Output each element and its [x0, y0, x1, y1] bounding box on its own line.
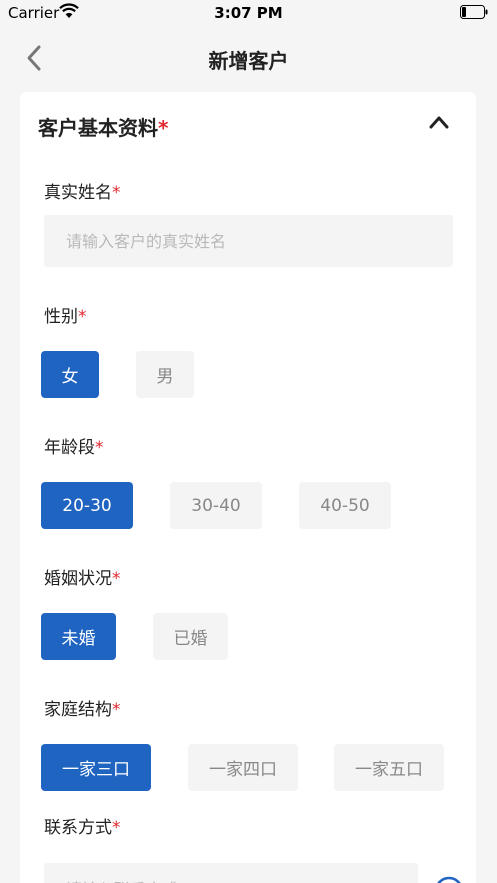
contact-label: 联系方式*: [44, 818, 121, 838]
family-option-four[interactable]: 一家四口: [188, 744, 298, 791]
collapse-button[interactable]: [428, 114, 450, 130]
status-bar: Carrier 3:07 PM: [0, 0, 497, 26]
gender-option-female[interactable]: 女: [41, 351, 99, 398]
add-circle-icon: [437, 876, 461, 883]
age-option-20-30[interactable]: 20-30: [41, 482, 133, 529]
gender-option-male[interactable]: 男: [136, 351, 194, 398]
age-option-30-40[interactable]: 30-40: [170, 482, 262, 529]
age-option-40-50[interactable]: 40-50: [299, 482, 391, 529]
customer-basic-info-card: 客户基本资料* 真实姓名* 性别* 女 男 年龄段* 20-30 30-40 4…: [20, 92, 476, 883]
section-title-text: 客户基本资料: [38, 116, 158, 140]
name-label: 真实姓名*: [44, 183, 121, 203]
page-title: 新增客户: [208, 49, 289, 73]
nav-bar: 新增客户: [0, 36, 497, 80]
family-option-five[interactable]: 一家五口: [334, 744, 444, 791]
status-time: 3:07 PM: [214, 4, 283, 22]
marital-label: 婚姻状况*: [44, 569, 121, 589]
name-input[interactable]: [44, 215, 453, 267]
family-label: 家庭结构*: [44, 700, 121, 720]
marital-option-married[interactable]: 已婚: [153, 613, 228, 660]
battery-icon: [460, 5, 488, 19]
section-title: 客户基本资料*: [38, 112, 168, 141]
gender-label: 性别*: [44, 307, 87, 327]
add-contact-button[interactable]: [434, 876, 464, 883]
age-label: 年龄段*: [44, 438, 104, 458]
chevron-up-icon: [429, 116, 449, 129]
family-option-three[interactable]: 一家三口: [41, 744, 151, 791]
contact-input[interactable]: [44, 863, 418, 883]
marital-option-single[interactable]: 未婚: [41, 613, 116, 660]
required-mark: *: [158, 116, 169, 140]
